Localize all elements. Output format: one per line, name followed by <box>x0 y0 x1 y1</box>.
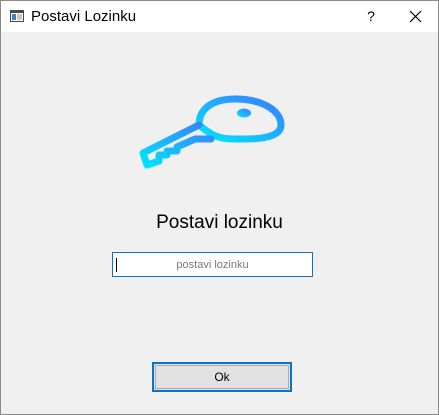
title-bar[interactable]: Postavi Lozinku ? <box>1 1 438 32</box>
key-icon <box>139 95 285 169</box>
close-icon <box>409 10 422 23</box>
page-heading: Postavi lozinku <box>156 212 283 233</box>
dialog-window: Postavi Lozinku ? Postavi lozinku Ok <box>0 0 439 415</box>
close-button[interactable] <box>393 1 439 32</box>
password-input[interactable] <box>113 253 312 276</box>
ok-button-label: Ok <box>155 365 289 389</box>
password-field-wrapper[interactable] <box>112 252 313 277</box>
ok-button[interactable]: Ok <box>152 362 292 392</box>
help-button[interactable]: ? <box>351 1 391 32</box>
window-title: Postavi Lozinku <box>31 8 137 25</box>
window-app-icon <box>10 10 24 22</box>
help-icon: ? <box>367 8 375 24</box>
